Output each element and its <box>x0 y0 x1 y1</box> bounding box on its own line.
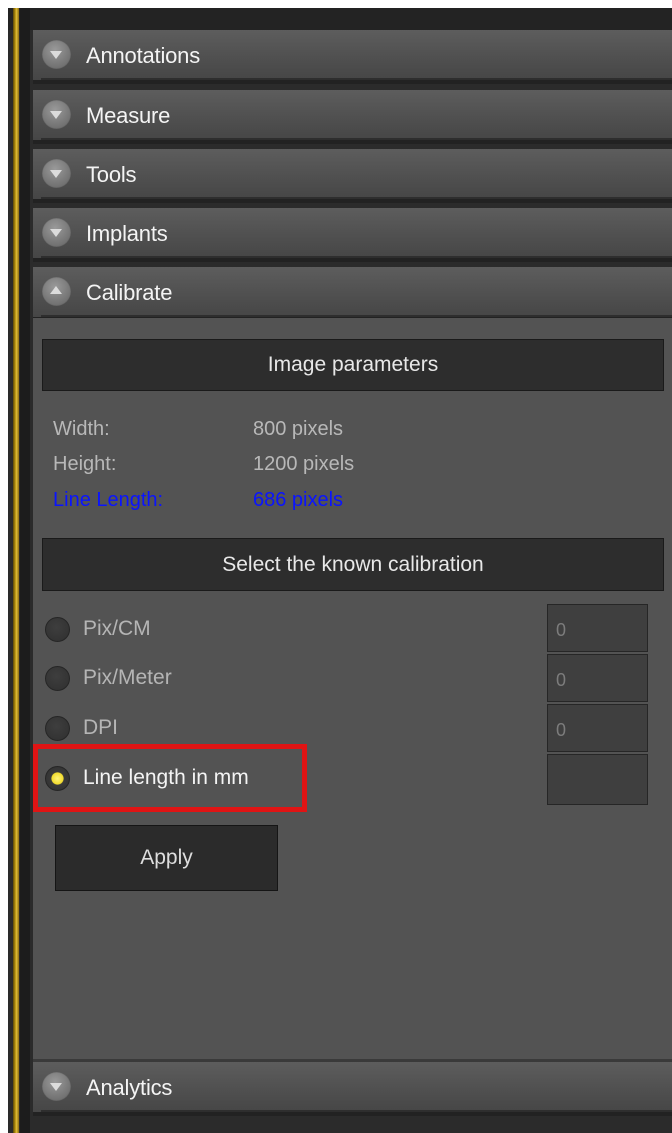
chevron-down-icon[interactable] <box>42 100 71 129</box>
section-divider <box>41 197 672 199</box>
radio-dpi[interactable] <box>45 715 70 741</box>
width-row: Width: 800 pixels <box>53 418 343 441</box>
window-top-strip <box>8 8 672 30</box>
section-divider <box>41 315 672 317</box>
calibrate-content: Image parameters Width: 800 pixels Heigh… <box>33 318 672 1062</box>
section-title-calibrate: Calibrate <box>86 280 173 305</box>
line-length-mm-input[interactable] <box>547 754 648 805</box>
section-title-implants: Implants <box>86 221 168 246</box>
chevron-down-icon[interactable] <box>42 40 71 69</box>
section-measure[interactable]: Measure <box>33 90 672 144</box>
line-length-value: 686 pixels <box>253 489 344 511</box>
section-title-measure: Measure <box>86 103 171 128</box>
section-analytics[interactable]: Analytics <box>33 1062 672 1116</box>
chevron-down-icon[interactable] <box>42 1072 71 1101</box>
radio-pix-meter[interactable] <box>45 665 70 691</box>
width-label: Width: <box>53 418 110 440</box>
pix-meter-input[interactable]: 0 <box>547 654 648 702</box>
option-label-pix-cm: Pix/CM <box>83 617 151 640</box>
section-calibrate[interactable]: Calibrate <box>33 267 672 321</box>
section-divider <box>41 1110 672 1112</box>
section-title-tools: Tools <box>86 162 137 187</box>
line-length-label: Line Length: <box>53 489 164 511</box>
height-row: Height: 1200 pixels <box>53 453 354 476</box>
section-title-annotations: Annotations <box>86 43 200 68</box>
option-label-pix-meter: Pix/Meter <box>83 666 172 689</box>
chevron-down-icon[interactable] <box>42 159 71 188</box>
line-length-row: Line Length: 686 pixels <box>53 489 343 512</box>
section-annotations[interactable]: Annotations <box>33 30 672 84</box>
option-pix-meter[interactable]: Pix/Meter <box>45 658 172 698</box>
image-parameters-header: Image parameters <box>42 339 664 391</box>
option-dpi[interactable]: DPI <box>45 708 118 748</box>
radio-pix-cm[interactable] <box>45 616 70 642</box>
section-tools[interactable]: Tools <box>33 149 672 203</box>
section-implants[interactable]: Implants <box>33 208 672 262</box>
dpi-input[interactable]: 0 <box>547 704 648 752</box>
width-value: 800 pixels <box>253 418 344 440</box>
pix-cm-input[interactable]: 0 <box>547 604 648 652</box>
panel-accent-border <box>13 8 19 1133</box>
section-divider <box>41 256 672 258</box>
calibration-select-header: Select the known calibration <box>42 538 664 591</box>
option-pix-cm[interactable]: Pix/CM <box>45 609 151 649</box>
height-label: Height: <box>53 453 117 475</box>
apply-button[interactable]: Apply <box>55 825 278 891</box>
chevron-up-icon[interactable] <box>42 277 71 306</box>
highlight-box <box>33 744 307 812</box>
section-divider <box>41 138 672 140</box>
panel-left-gutter <box>20 8 30 1133</box>
section-divider <box>41 78 672 80</box>
option-label-dpi: DPI <box>83 716 119 739</box>
chevron-down-icon[interactable] <box>42 218 71 247</box>
section-title-analytics: Analytics <box>86 1075 173 1100</box>
height-value: 1200 pixels <box>253 453 355 475</box>
